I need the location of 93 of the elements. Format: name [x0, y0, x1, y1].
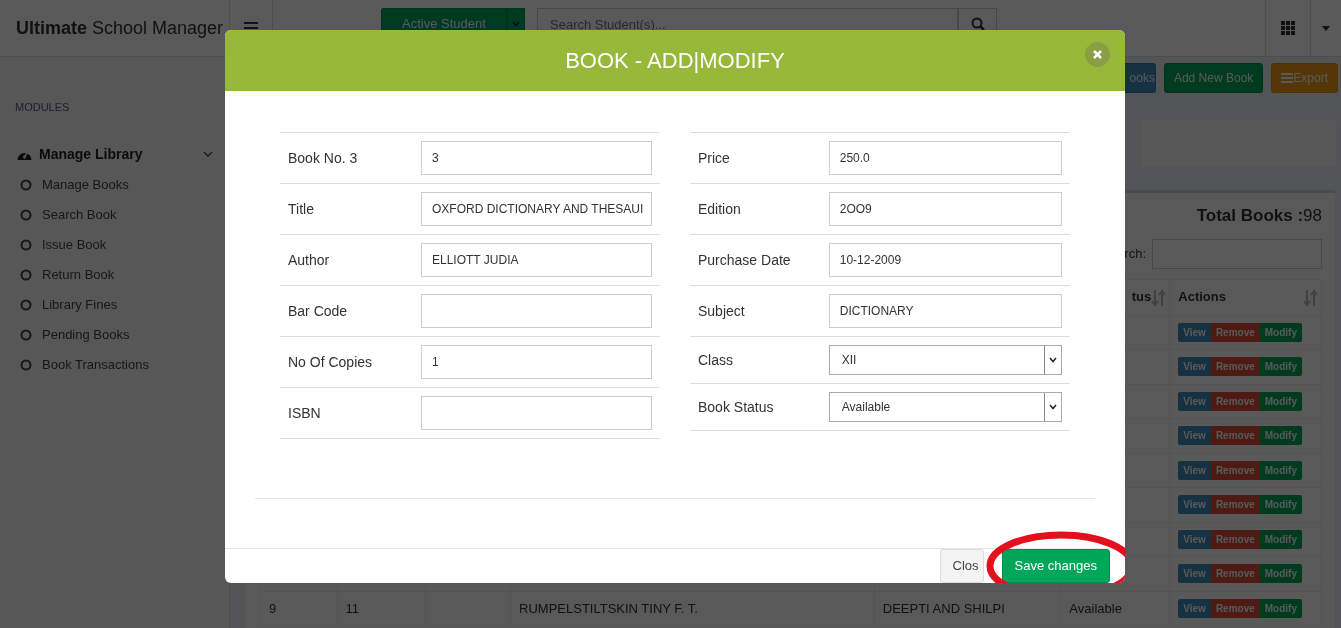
table-cell: Available	[1069, 600, 1122, 616]
circle-icon	[20, 328, 32, 341]
field-label: Bar Code	[288, 301, 349, 321]
field-label: Title	[288, 199, 315, 219]
remove-button[interactable]: Remove	[1210, 391, 1260, 411]
field-label: Author	[288, 250, 331, 270]
input-field[interactable]: 2OO9	[828, 192, 1062, 226]
save-button[interactable]: Save changes	[1001, 549, 1110, 583]
circle-icon	[20, 358, 32, 371]
view-button[interactable]: View	[1178, 598, 1211, 618]
field-label: Purchase Date	[698, 250, 792, 270]
close-button[interactable]: Clos	[939, 549, 984, 583]
sort-icon	[1304, 289, 1318, 306]
apps-grid-icon[interactable]	[1281, 21, 1295, 35]
field-label: No Of Copies	[288, 352, 374, 372]
sidebar-item[interactable]: Manage Books	[0, 169, 229, 200]
remove-button[interactable]: Remove	[1210, 426, 1260, 446]
dialog-title: BOOK - ADD|MODIFY	[565, 47, 785, 75]
view-button[interactable]: View	[1178, 529, 1211, 549]
total-books-text: Total Books :98	[1196, 206, 1322, 225]
modify-button[interactable]: Modify	[1259, 391, 1302, 411]
input-field[interactable]: 250.0	[828, 141, 1062, 175]
circle-icon	[20, 238, 32, 251]
remove-button[interactable]: Remove	[1210, 357, 1260, 377]
close-icon	[1093, 50, 1102, 59]
column-header[interactable]: tus	[1131, 289, 1152, 305]
modify-button[interactable]: Modify	[1259, 564, 1302, 584]
remove-button[interactable]: Remove	[1210, 322, 1260, 342]
remove-button[interactable]: Remove	[1210, 529, 1260, 549]
field-label: Book No. 3	[288, 148, 359, 168]
circle-icon	[20, 208, 32, 221]
table-cell: RUMPELSTILTSKIN TINY F. T.	[519, 600, 698, 616]
input-field[interactable]: ELLIOTT JUDIA	[421, 243, 652, 277]
circle-icon	[20, 298, 32, 311]
sidebar-item[interactable]: Return Book	[0, 259, 229, 290]
table-cell: 9	[269, 600, 277, 616]
view-button[interactable]: View	[1178, 357, 1211, 377]
table-cell: DEEPTI AND SHILPI	[882, 600, 1005, 616]
field-label: Subject	[698, 301, 746, 321]
input-field[interactable]	[421, 396, 652, 430]
input-field[interactable]: 1	[421, 345, 652, 379]
remove-button[interactable]: Remove	[1210, 495, 1260, 515]
caret-icon[interactable]	[1322, 25, 1330, 31]
field-label: Edition	[698, 199, 742, 219]
field-label: Class	[698, 350, 734, 370]
sidebar-item[interactable]: Pending Books	[0, 319, 229, 350]
sort-icon	[1152, 289, 1167, 306]
circle-icon	[20, 268, 32, 281]
select-field[interactable]: Available	[828, 392, 1062, 422]
caret-icon	[512, 21, 520, 27]
remove-button[interactable]: Remove	[1210, 564, 1260, 584]
column-header[interactable]: Actions	[1178, 289, 1226, 305]
modify-button[interactable]: Modify	[1259, 460, 1302, 480]
add-book-button[interactable]: Add New Book	[1163, 63, 1264, 93]
select-field[interactable]: XII	[828, 345, 1062, 375]
sidebar-item[interactable]: Library Fines	[0, 289, 229, 320]
field-label: Book Status	[698, 397, 775, 417]
circle-icon	[20, 178, 32, 191]
table-cell: 11	[345, 600, 360, 616]
sidebar-group[interactable]: Manage Library	[0, 139, 229, 170]
view-button[interactable]: View	[1178, 460, 1211, 480]
view-button[interactable]: View	[1178, 322, 1211, 342]
input-field[interactable]	[421, 294, 652, 328]
search-icon	[970, 17, 985, 31]
modify-button[interactable]: Modify	[1259, 322, 1302, 342]
remove-button[interactable]: Remove	[1210, 460, 1260, 480]
search-label: rch:	[1124, 244, 1146, 263]
input-field[interactable]: OXFORD DICTIONARY AND THESAUI	[421, 192, 652, 226]
caret-icon	[1049, 357, 1057, 363]
modify-button[interactable]: Modify	[1259, 529, 1302, 549]
view-button[interactable]: View	[1178, 391, 1211, 411]
view-button[interactable]: View	[1178, 564, 1211, 584]
sidebar-item[interactable]: Search Book	[0, 199, 229, 230]
modify-button[interactable]: Modify	[1259, 426, 1302, 446]
app-title: Ultimate School Manager	[16, 16, 224, 40]
modify-button[interactable]: Modify	[1259, 357, 1302, 377]
list-icon	[1281, 73, 1294, 83]
input-field[interactable]: 3	[421, 141, 652, 175]
field-label: ISBN	[288, 403, 322, 423]
caret-icon	[1049, 404, 1057, 410]
input-field[interactable]: DICTIONARY	[828, 294, 1062, 328]
close-button[interactable]	[1085, 42, 1110, 67]
view-button[interactable]: View	[1178, 495, 1211, 515]
export-button[interactable]: Export	[1271, 63, 1338, 93]
view-button[interactable]: View	[1178, 426, 1211, 446]
section-heading: MODULES	[14, 100, 71, 115]
remove-button[interactable]: Remove	[1210, 598, 1260, 618]
field-label: Price	[698, 148, 731, 168]
input-field[interactable]: 10-12-2009	[828, 243, 1062, 277]
modify-button[interactable]: Modify	[1259, 495, 1302, 515]
sidebar-item[interactable]: Book Transactions	[0, 349, 229, 380]
sidebar-item[interactable]: Issue Book	[0, 229, 229, 260]
modify-button[interactable]: Modify	[1259, 598, 1302, 618]
